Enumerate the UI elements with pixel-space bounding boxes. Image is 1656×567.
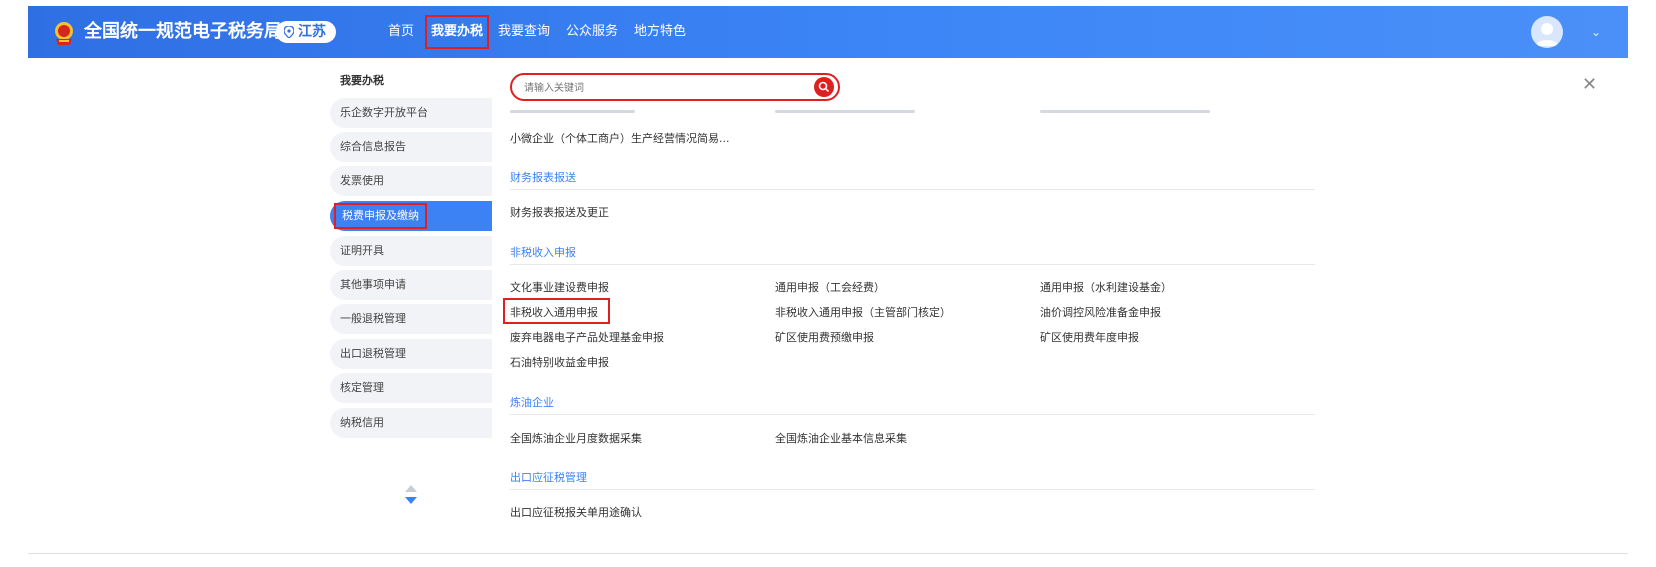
close-icon[interactable]: ✕ bbox=[1582, 76, 1597, 94]
sidebar-item-assessment[interactable]: 核定管理 bbox=[330, 373, 492, 403]
link-small-business[interactable]: 小微企业（个体工商户）生产经营情况简易... bbox=[510, 130, 730, 146]
scroll-arrows-icon[interactable] bbox=[403, 484, 419, 506]
link-export-customs[interactable]: 出口应征税报关单用途确认 bbox=[510, 504, 642, 520]
link-refinery-basic[interactable]: 全国炼油企业基本信息采集 bbox=[775, 430, 907, 446]
section-title: 财务报表报送 bbox=[510, 171, 576, 184]
sidebar-heading: 我要办税 bbox=[340, 74, 384, 87]
sidebar-item-leqi[interactable]: 乐企数字开放平台 bbox=[330, 98, 492, 128]
link-mining-annual[interactable]: 矿区使用费年度申报 bbox=[1040, 329, 1139, 345]
bottom-divider bbox=[28, 553, 1628, 554]
region-selector[interactable]: 江苏 bbox=[276, 21, 336, 43]
link-oil-special[interactable]: 石油特别收益金申报 bbox=[510, 354, 609, 370]
divider bbox=[510, 489, 1315, 490]
nav-local-feature[interactable]: 地方特色 bbox=[634, 6, 686, 58]
sidebar-item-invoice[interactable]: 发票使用 bbox=[330, 166, 492, 196]
link-mining-prepay[interactable]: 矿区使用费预缴申报 bbox=[775, 329, 874, 345]
section-title: 非税收入申报 bbox=[510, 246, 576, 259]
chevron-down-icon[interactable]: ⌄ bbox=[1591, 25, 1601, 39]
link-refinery-monthly[interactable]: 全国炼油企业月度数据采集 bbox=[510, 430, 642, 446]
link-culture-fee[interactable]: 文化事业建设费申报 bbox=[510, 279, 609, 295]
region-label: 江苏 bbox=[298, 24, 326, 40]
sidebar-item-info-report[interactable]: 综合信息报告 bbox=[330, 132, 492, 162]
search-box bbox=[510, 73, 840, 101]
sidebar-item-label: 税费申报及缴纳 bbox=[334, 203, 427, 229]
section-title: 出口应征税管理 bbox=[510, 471, 587, 484]
divider bbox=[510, 414, 1315, 415]
top-header: 全国统一规范电子税务局 江苏 首页 我要办税 我要查询 公众服务 地方特色 ⌄ bbox=[28, 6, 1628, 58]
link-nontax-dept[interactable]: 非税收入通用申报（主管部门核定） bbox=[775, 304, 951, 320]
sidebar-item-other-request[interactable]: 其他事项申请 bbox=[330, 270, 492, 300]
sidebar-item-export-refund[interactable]: 出口退税管理 bbox=[330, 339, 492, 369]
page: 全国统一规范电子税务局 江苏 首页 我要办税 我要查询 公众服务 地方特色 ⌄ … bbox=[0, 0, 1656, 567]
link-water-fund[interactable]: 通用申报（水利建设基金） bbox=[1040, 279, 1172, 295]
divider bbox=[510, 189, 1315, 190]
nav-tax-handling[interactable]: 我要办税 bbox=[425, 15, 490, 49]
nav-query[interactable]: 我要查询 bbox=[498, 6, 550, 58]
link-financial-report[interactable]: 财务报表报送及更正 bbox=[510, 204, 609, 220]
search-button[interactable] bbox=[814, 77, 834, 97]
search-icon bbox=[818, 81, 830, 93]
sidebar-item-certificate[interactable]: 证明开具 bbox=[330, 236, 492, 266]
link-oil-price-risk[interactable]: 油价调控风险准备金申报 bbox=[1040, 304, 1161, 320]
faded-row bbox=[510, 110, 635, 113]
search-input[interactable] bbox=[522, 78, 806, 98]
sidebar-item-tax-declaration[interactable]: 税费申报及缴纳 bbox=[330, 201, 492, 231]
section-title: 炼油企业 bbox=[510, 396, 554, 409]
faded-row bbox=[1040, 110, 1210, 113]
faded-row bbox=[775, 110, 915, 113]
tax-bureau-emblem-icon[interactable] bbox=[50, 19, 78, 47]
sidebar-item-credit[interactable]: 纳税信用 bbox=[330, 408, 492, 438]
user-avatar[interactable] bbox=[1531, 16, 1563, 48]
user-icon bbox=[1536, 23, 1558, 46]
nav-public-service[interactable]: 公众服务 bbox=[566, 6, 618, 58]
nav-home[interactable]: 首页 bbox=[388, 6, 414, 58]
link-ewaste-fund[interactable]: 废弃电器电子产品处理基金申报 bbox=[510, 329, 664, 345]
location-pin-icon bbox=[284, 26, 294, 38]
sidebar-item-refund[interactable]: 一般退税管理 bbox=[330, 304, 492, 334]
link-nontax-general[interactable]: 非税收入通用申报 bbox=[510, 304, 598, 320]
site-title[interactable]: 全国统一规范电子税务局 bbox=[84, 6, 282, 58]
link-union-fee[interactable]: 通用申报（工会经费） bbox=[775, 279, 885, 295]
divider bbox=[510, 264, 1315, 265]
